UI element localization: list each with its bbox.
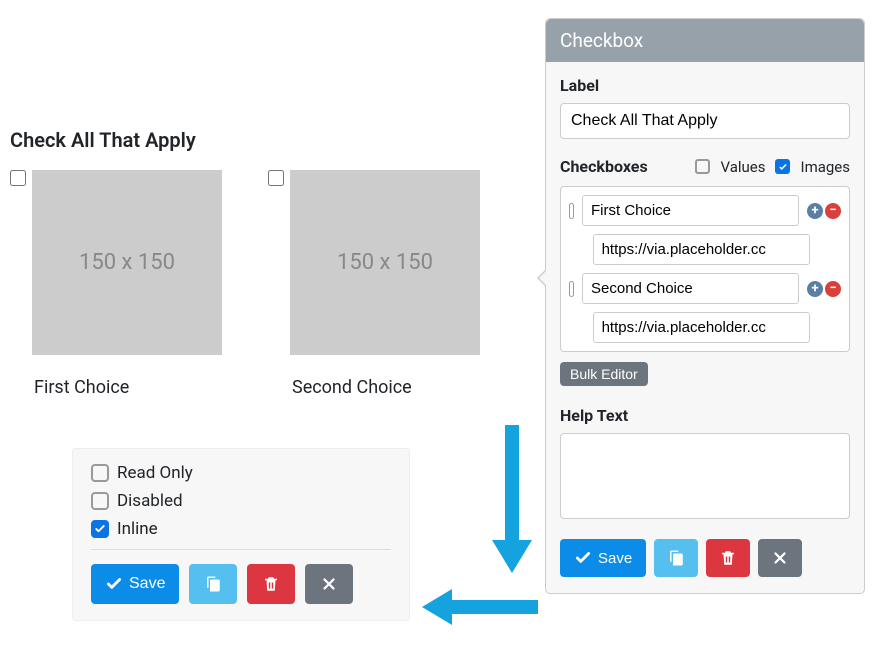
close-icon — [320, 575, 338, 593]
choice-editor: + − + − — [560, 186, 850, 352]
option-inline[interactable]: Inline — [91, 519, 391, 539]
option-disabled[interactable]: Disabled — [91, 491, 391, 511]
choice-image-url-input[interactable] — [593, 312, 810, 343]
checkbox-icon — [91, 520, 109, 538]
option-disabled-label: Disabled — [117, 491, 183, 511]
save-button[interactable]: Save — [91, 564, 179, 604]
placeholder-image-2: 150 x 150 — [290, 170, 480, 355]
close-button[interactable] — [305, 564, 353, 604]
close-button[interactable] — [758, 539, 802, 577]
remove-choice-icon[interactable]: − — [825, 203, 841, 219]
choice-default-checkbox[interactable] — [569, 281, 574, 297]
choice-row: + − — [569, 195, 841, 226]
divider — [91, 549, 391, 550]
bulk-editor-button[interactable]: Bulk Editor — [560, 362, 648, 386]
copy-button[interactable] — [189, 564, 237, 604]
images-toggle-label: Images — [800, 158, 850, 176]
values-toggle-label: Values — [720, 158, 765, 176]
editor-button-row: Save — [560, 539, 850, 577]
save-button[interactable]: Save — [560, 539, 646, 577]
choice-default-checkbox[interactable] — [569, 203, 574, 219]
check-icon — [574, 549, 592, 567]
remove-choice-icon[interactable]: − — [825, 281, 841, 297]
save-button-label: Save — [598, 550, 632, 567]
choice-label-input[interactable] — [582, 273, 799, 304]
option-read-only[interactable]: Read Only — [91, 463, 391, 483]
choice-label-input[interactable] — [582, 195, 799, 226]
help-text-label: Help Text — [560, 406, 850, 425]
options-panel: Read Only Disabled Inline Save — [72, 448, 410, 621]
values-toggle[interactable] — [695, 159, 710, 174]
preview-choice-1: 150 x 150 First Choice — [10, 170, 222, 398]
arrow-left-icon — [420, 585, 540, 629]
copy-button[interactable] — [654, 539, 698, 577]
placeholder-image-1: 150 x 150 — [32, 170, 222, 355]
choice-row — [569, 234, 841, 265]
label-input[interactable] — [560, 103, 850, 139]
trash-icon — [719, 549, 737, 567]
choice-image-url-input[interactable] — [593, 234, 810, 265]
label-field-label: Label — [560, 76, 850, 95]
delete-button[interactable] — [706, 539, 750, 577]
preview-choice-2-label: Second Choice — [292, 377, 480, 398]
help-text-input[interactable] — [560, 433, 850, 519]
checkbox-icon — [91, 492, 109, 510]
editor-panel: Checkbox Label Checkboxes Values Images — [545, 18, 865, 594]
editor-title: Checkbox — [546, 19, 864, 62]
copy-icon — [204, 575, 222, 593]
arrow-down-icon — [487, 425, 537, 575]
close-icon — [771, 549, 789, 567]
preview-choice-1-label: First Choice — [34, 377, 222, 398]
option-inline-label: Inline — [117, 519, 158, 539]
save-button-label: Save — [129, 575, 165, 593]
preview-area: Check All That Apply 150 x 150 First Cho… — [10, 128, 510, 398]
preview-choice-2-checkbox[interactable] — [268, 170, 284, 186]
choice-row: + − — [569, 273, 841, 304]
preview-choice-2: 150 x 150 Second Choice — [268, 170, 480, 398]
checkboxes-heading: Checkboxes — [560, 157, 648, 176]
checkbox-icon — [91, 464, 109, 482]
add-choice-icon[interactable]: + — [807, 281, 823, 297]
add-choice-icon[interactable]: + — [807, 203, 823, 219]
option-read-only-label: Read Only — [117, 463, 193, 483]
copy-icon — [667, 549, 685, 567]
choice-row — [569, 312, 841, 343]
delete-button[interactable] — [247, 564, 295, 604]
preview-choice-1-checkbox[interactable] — [10, 170, 26, 186]
check-icon — [105, 575, 123, 593]
options-button-row: Save — [91, 564, 391, 604]
trash-icon — [262, 575, 280, 593]
preview-choices: 150 x 150 First Choice 150 x 150 Second … — [10, 170, 510, 398]
images-toggle[interactable] — [775, 159, 790, 174]
preview-heading: Check All That Apply — [10, 128, 510, 152]
